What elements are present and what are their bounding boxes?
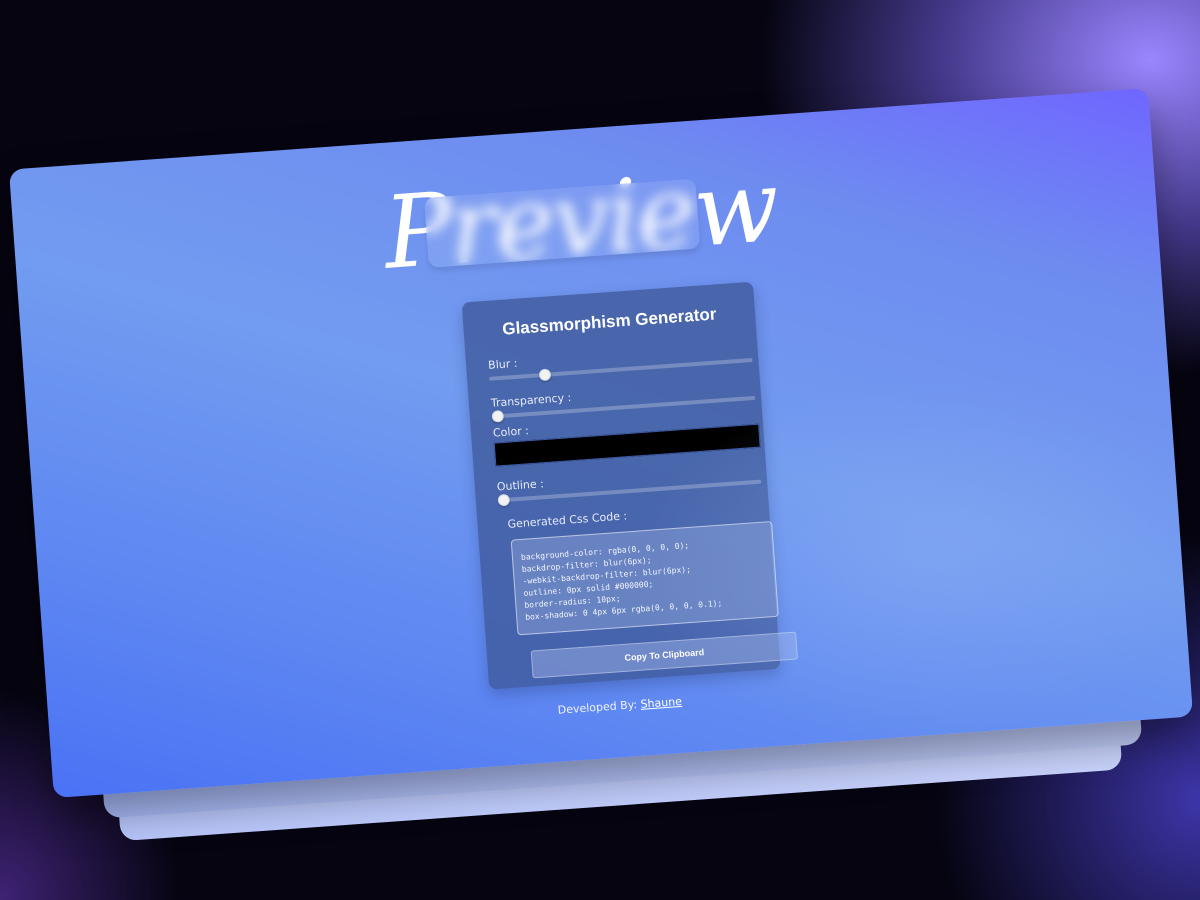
- blur-label: Blur :: [487, 356, 518, 372]
- outline-slider-thumb[interactable]: [497, 493, 511, 507]
- copy-to-clipboard-button[interactable]: Copy To Clipboard: [530, 631, 798, 679]
- browser-page: Preview Glassmorphism Generator Blur : T…: [8, 87, 1194, 799]
- outline-label: Outline :: [496, 477, 545, 494]
- scene: Preview Glassmorphism Generator Blur : T…: [0, 0, 1200, 900]
- blur-slider-thumb[interactable]: [539, 368, 552, 382]
- generated-css-code[interactable]: background-color: rgba(0, 0, 0, 0); back…: [510, 520, 779, 636]
- transparency-label: Transparency :: [490, 391, 572, 410]
- panel-title: Glassmorphism Generator: [501, 304, 717, 339]
- color-label: Color :: [492, 424, 530, 440]
- blur-slider[interactable]: [488, 357, 753, 382]
- author-link[interactable]: Shaune: [640, 695, 682, 711]
- color-picker-input[interactable]: [493, 423, 761, 467]
- code-label: Generated Css Code :: [507, 509, 628, 531]
- transparency-slider-thumb[interactable]: [491, 409, 505, 423]
- preview-area: Preview: [380, 147, 781, 293]
- generator-panel: Glassmorphism Generator Blur : Transpare…: [461, 281, 798, 690]
- footer-prefix: Developed By:: [557, 698, 638, 717]
